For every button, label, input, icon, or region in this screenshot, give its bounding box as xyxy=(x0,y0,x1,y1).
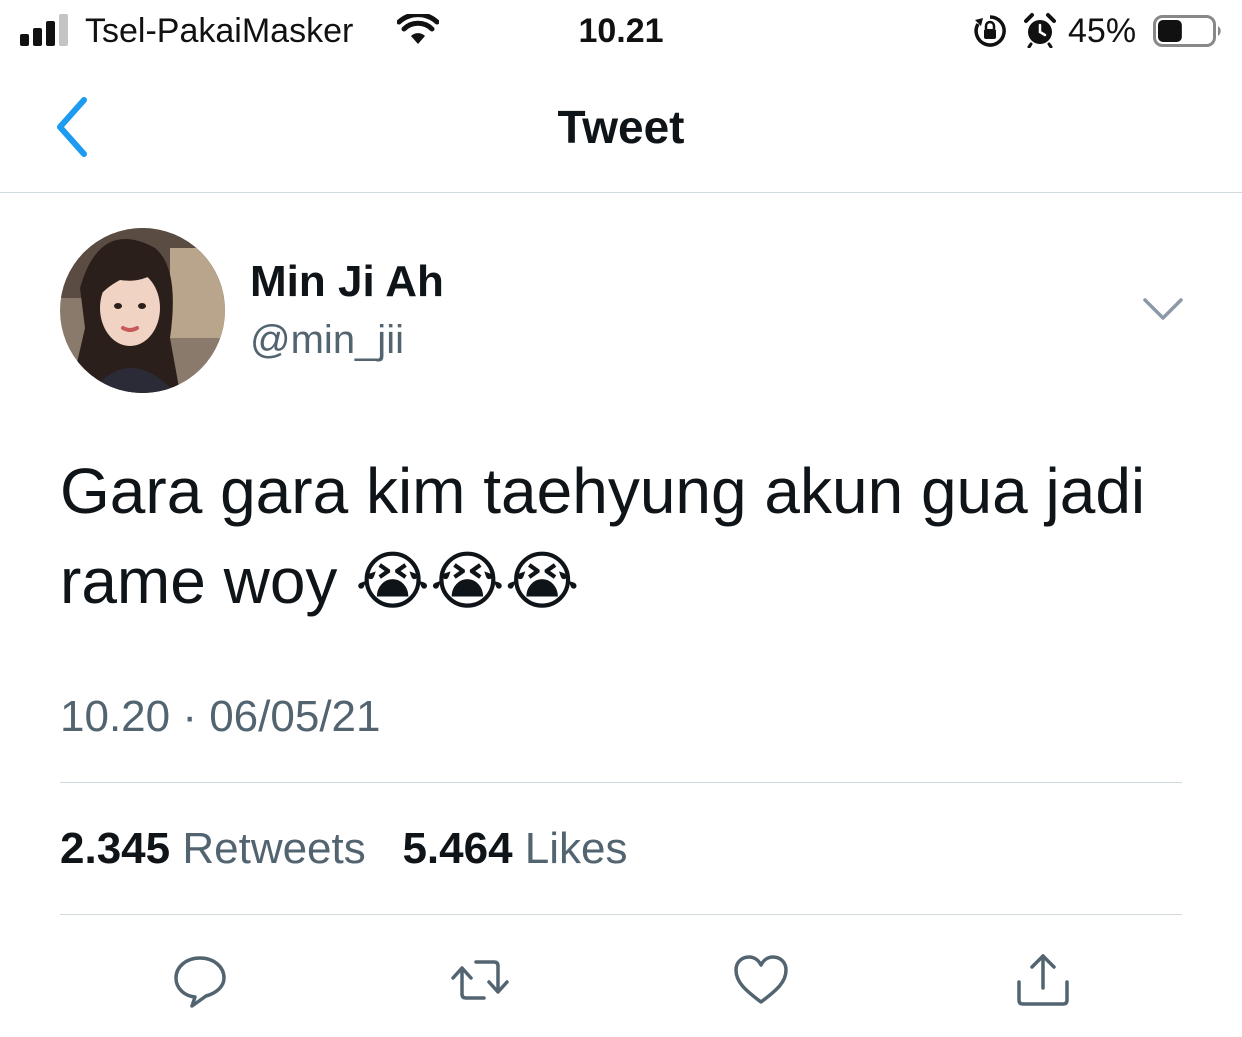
tweet-timestamp: 10.20 · 06/05/21 xyxy=(60,692,381,741)
like-label: Likes xyxy=(524,824,628,873)
tweet-text: Gara gara kim taehyung akun gua jadi ram… xyxy=(60,455,1146,617)
reply-icon xyxy=(174,956,226,1008)
like-button[interactable] xyxy=(731,950,791,1010)
retweet-label: Retweets xyxy=(182,824,366,873)
retweet-icon xyxy=(451,960,509,1000)
tweet-stats: 2.345 Retweets 5.464 Likes xyxy=(60,824,628,874)
share-icon xyxy=(1017,954,1069,1006)
rotation-lock-icon xyxy=(974,15,1006,47)
status-bar: Tsel-PakaiMasker 10.21 45% xyxy=(0,0,1242,64)
share-button[interactable] xyxy=(1013,950,1073,1010)
retweet-count: 2.345 xyxy=(60,824,171,873)
more-options-button[interactable] xyxy=(1140,292,1186,328)
likes-stat[interactable]: 5.464 Likes xyxy=(402,824,627,873)
avatar[interactable] xyxy=(60,228,225,393)
like-count: 5.464 xyxy=(402,824,513,873)
retweets-stat[interactable]: 2.345 Retweets xyxy=(60,824,378,873)
retweet-button[interactable] xyxy=(450,950,510,1010)
divider xyxy=(60,782,1182,783)
battery-icon xyxy=(1153,15,1221,47)
chevron-down-icon xyxy=(1143,298,1183,320)
author-name[interactable]: Min Ji Ah xyxy=(250,257,444,307)
avatar-photo xyxy=(60,228,225,393)
alarm-icon xyxy=(1024,13,1056,48)
page-title: Tweet xyxy=(557,101,685,153)
divider xyxy=(60,914,1182,915)
nav-bar: Tweet xyxy=(0,64,1242,193)
battery-percent: 45% xyxy=(1068,12,1137,50)
reply-button[interactable] xyxy=(170,950,230,1010)
author-handle[interactable]: @min_jii xyxy=(250,318,404,363)
like-icon xyxy=(734,955,788,1004)
